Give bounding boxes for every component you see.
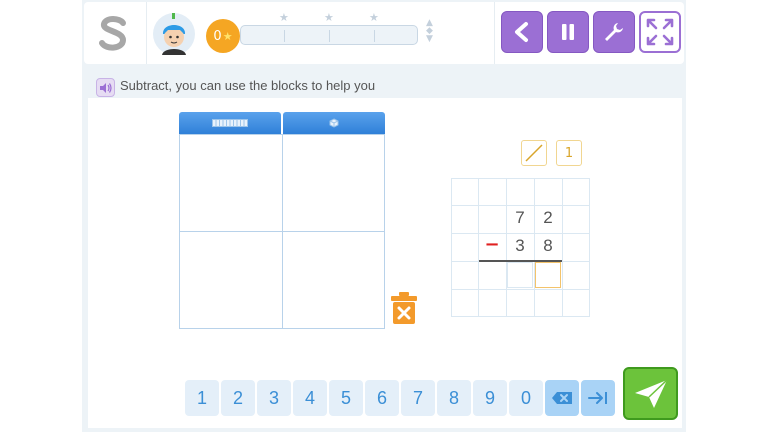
answer-ones-input[interactable] xyxy=(535,262,561,288)
tab-arrow-icon xyxy=(588,392,607,404)
minuend-ones-digit: 2 xyxy=(543,208,553,227)
fullscreen-button[interactable] xyxy=(639,11,681,53)
ones-top-cell[interactable] xyxy=(282,134,385,232)
grid-line xyxy=(589,178,590,317)
subtraction-grid: 7 2 − 3 8 xyxy=(451,178,590,317)
star-count: 0 xyxy=(213,28,222,44)
ones-column-header[interactable] xyxy=(283,112,385,134)
tens-top-cell[interactable] xyxy=(179,134,283,232)
tens-rod-icon xyxy=(212,119,248,127)
instruction-text: Subtract, you can use the blocks to help… xyxy=(120,78,376,93)
grid-line xyxy=(451,289,590,290)
star-count-badge: 0 ★ xyxy=(206,19,240,53)
answer-tens-input[interactable] xyxy=(507,262,533,288)
grid-line xyxy=(451,178,590,179)
subtrahend-ones-digit: 8 xyxy=(543,236,553,255)
pause-button[interactable] xyxy=(547,11,589,53)
pause-icon xyxy=(562,24,574,40)
grid-line xyxy=(451,316,590,317)
key-6[interactable]: 6 xyxy=(365,380,399,416)
progress-tick xyxy=(374,30,375,42)
progress-bar: ★ ★ ★ xyxy=(240,11,418,45)
subtrahend-tens-digit: 3 xyxy=(515,236,525,255)
grid-line xyxy=(562,178,563,317)
divider xyxy=(494,2,495,64)
milestone-star-icon: ★ xyxy=(324,11,334,24)
app-logo xyxy=(99,16,127,51)
ones-bottom-cell[interactable] xyxy=(282,231,385,329)
key-8[interactable]: 8 xyxy=(437,380,471,416)
arrow-left-icon xyxy=(515,22,528,42)
backspace-icon xyxy=(552,392,572,404)
tens-bottom-cell[interactable] xyxy=(179,231,283,329)
key-5[interactable]: 5 xyxy=(329,380,363,416)
wrench-icon xyxy=(605,23,623,41)
trash-button[interactable] xyxy=(389,291,419,325)
key-7[interactable]: 7 xyxy=(401,380,435,416)
expand-icon xyxy=(646,18,674,46)
tens-column-header[interactable] xyxy=(179,112,281,134)
milestone-star-icon: ★ xyxy=(369,11,379,24)
top-bar: 0 ★ ★ ★ ★ ▲ ◆ ▼ xyxy=(84,2,684,64)
grid-line xyxy=(451,205,590,206)
milestone-star-icon: ★ xyxy=(279,11,289,24)
workspace xyxy=(88,98,682,428)
avatar[interactable] xyxy=(152,12,196,56)
blocks-mat xyxy=(179,112,385,329)
minus-sign: − xyxy=(484,234,500,255)
key-9[interactable]: 9 xyxy=(473,380,507,416)
key-1[interactable]: 1 xyxy=(185,380,219,416)
speaker-icon xyxy=(99,82,112,93)
key-4[interactable]: 4 xyxy=(293,380,327,416)
back-button[interactable] xyxy=(501,11,543,53)
one-tool-button[interactable]: 1 xyxy=(556,140,582,166)
slash-tool-button[interactable] xyxy=(521,140,547,166)
grid-line xyxy=(451,178,452,317)
key-3[interactable]: 3 xyxy=(257,380,291,416)
submit-button[interactable] xyxy=(623,367,678,420)
settings-button[interactable] xyxy=(593,11,635,53)
audio-button[interactable] xyxy=(96,78,115,97)
key-2[interactable]: 2 xyxy=(221,380,255,416)
divider xyxy=(146,2,147,64)
backspace-key[interactable] xyxy=(545,380,579,416)
slash-icon xyxy=(525,144,543,162)
unit-cube-icon xyxy=(329,118,339,128)
progress-tick xyxy=(284,30,285,42)
key-0[interactable]: 0 xyxy=(509,380,543,416)
trophy-icon: ▲ ◆ ▼ xyxy=(426,18,433,44)
star-icon: ★ xyxy=(222,29,233,43)
grid-line xyxy=(451,233,590,234)
paper-plane-icon xyxy=(634,378,668,408)
minuend-tens-digit: 7 xyxy=(515,208,525,227)
next-cell-key[interactable] xyxy=(581,380,615,416)
progress-tick xyxy=(329,30,330,42)
